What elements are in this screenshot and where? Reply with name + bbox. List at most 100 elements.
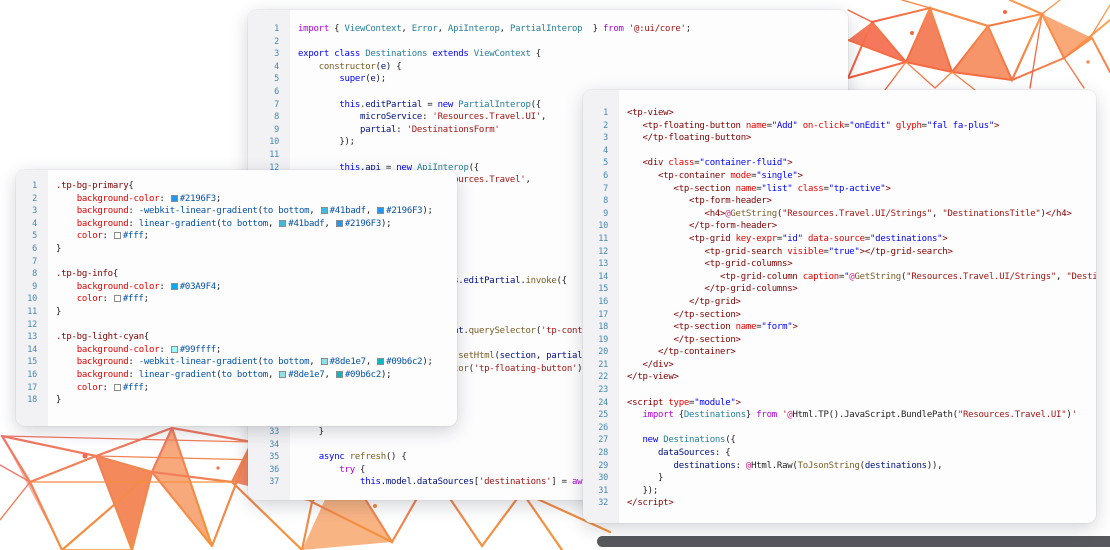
code-line-content: <div class="container-fluid"> (619, 157, 1096, 170)
code-line-content: destinations: @Html.Raw(ToJsonString(des… (619, 460, 1096, 473)
line-number: 29 (583, 460, 619, 473)
line-number: 10 (16, 293, 48, 306)
code-line: 4 background: linear-gradient(to bottom,… (16, 218, 457, 231)
code-token (627, 121, 643, 131)
code-token: color (77, 231, 103, 241)
code-token: #09b6c2 (386, 357, 422, 367)
code-line: 7 (16, 256, 457, 269)
code-panel-css[interactable]: 1.tp-bg-primary{2 background-color: #219… (16, 170, 457, 426)
color-swatch (279, 371, 286, 378)
code-token: > (942, 234, 947, 244)
code-token: : (128, 370, 138, 380)
code-line: 9 background-color: #03A9F4; (16, 281, 457, 294)
code-panel-html[interactable]: 1<tp-view>2 <tp-floating-button name="Ad… (583, 90, 1096, 523)
code-token: .tp-bg-light-cyan (56, 332, 144, 342)
code-token: new (438, 100, 454, 110)
code-token: glyph (896, 121, 922, 131)
code-line: 4 constructor(e) { (248, 61, 848, 74)
code-token (627, 284, 705, 294)
code-line: 18 <tp-section name="form"> (583, 321, 1096, 334)
code-line: 7 <tp-section name="list" class="tp-acti… (583, 183, 1096, 196)
code-line-content: color: #fff; (48, 382, 457, 395)
code-token: "id" (782, 234, 803, 244)
code-token: , (309, 206, 319, 216)
code-token: )), (927, 461, 943, 471)
code-line-content (619, 422, 1096, 435)
code-token: partial (360, 125, 396, 135)
code-token: "fal fa-plus" (927, 121, 994, 131)
code-line: 25 import {Destinations} from '@Html.TP(… (583, 409, 1096, 422)
code-token: "single" (756, 171, 797, 181)
code-line: 12 (16, 319, 457, 332)
code-line-content (619, 145, 1096, 158)
code-token: #2196F3 (345, 219, 381, 229)
line-number: 20 (583, 346, 619, 359)
code-token: "list" (761, 184, 792, 194)
code-token: ' (1072, 410, 1077, 420)
code-token: , (366, 206, 376, 216)
code-token: super (339, 74, 365, 84)
code-token: , (324, 219, 334, 229)
code-token (627, 322, 674, 332)
code-token: , (541, 112, 546, 122)
code-token: ViewContext (474, 49, 531, 59)
line-number: 18 (583, 321, 619, 334)
code-token: ({ (557, 276, 567, 286)
code-token: #fff (123, 294, 144, 304)
code-token (627, 247, 705, 257)
line-number: 1 (248, 23, 290, 36)
line-number: 4 (16, 218, 48, 231)
code-token: editPartial (463, 276, 520, 286)
code-line: 10 </tp-form-header> (583, 220, 1096, 233)
code-token: : { (715, 448, 731, 458)
line-number: 26 (583, 422, 619, 435)
code-line: 21 </div> (583, 359, 1096, 372)
code-token: "DestinationsTitle" (942, 209, 1040, 219)
line-number: 10 (583, 220, 619, 233)
code-line-content (48, 256, 457, 269)
code-token: key-expr (736, 234, 777, 244)
code-token (627, 310, 674, 320)
code-token (627, 360, 643, 370)
code-token: #fff (123, 231, 144, 241)
code-token: data-source (808, 234, 865, 244)
code-token (298, 100, 339, 110)
code-token (56, 194, 77, 204)
code-token: class (798, 184, 824, 194)
code-token: to bottom (263, 206, 310, 216)
code-line-content: background: -webkit-linear-gradient(to b… (48, 356, 457, 369)
code-token: on-click (803, 121, 844, 131)
line-number: 12 (583, 246, 619, 259)
color-swatch (321, 207, 328, 214)
code-token: > (885, 184, 890, 194)
color-swatch (321, 358, 328, 365)
code-line-content: <h4>@GetString("Resources.Travel.UI/Stri… (619, 208, 1096, 221)
code-token: "module" (694, 398, 735, 408)
code-line: 14 <tp-grid-column caption="@GetString("… (583, 271, 1096, 284)
code-token: #03A9F4 (180, 282, 216, 292)
code-token: setHtml (458, 351, 494, 361)
code-token (627, 209, 705, 219)
code-line-content: </tp-grid-columns> (619, 283, 1096, 296)
line-number: 22 (583, 371, 619, 384)
line-number: 21 (583, 359, 619, 372)
code-token (56, 219, 77, 229)
line-number: 7 (248, 99, 290, 112)
code-token: dataSources (417, 477, 474, 487)
code-token: "tp-active" (829, 184, 886, 194)
code-line-content: <tp-grid-search visible="true"></tp-grid… (619, 246, 1096, 259)
code-token: "Add" (772, 121, 798, 131)
code-token: : (159, 282, 169, 292)
color-swatch (114, 384, 121, 391)
code-token (627, 196, 689, 206)
code-token (56, 231, 77, 241)
code-token: linear-gradient (139, 370, 217, 380)
code-token: <tp-view> (627, 108, 674, 118)
code-token (627, 335, 674, 345)
code-line: 29 destinations: @Html.Raw(ToJsonString(… (583, 460, 1096, 473)
code-token: , (309, 357, 319, 367)
color-swatch (377, 207, 384, 214)
code-token: : (128, 206, 138, 216)
color-swatch (279, 220, 286, 227)
code-token: , (268, 370, 278, 380)
